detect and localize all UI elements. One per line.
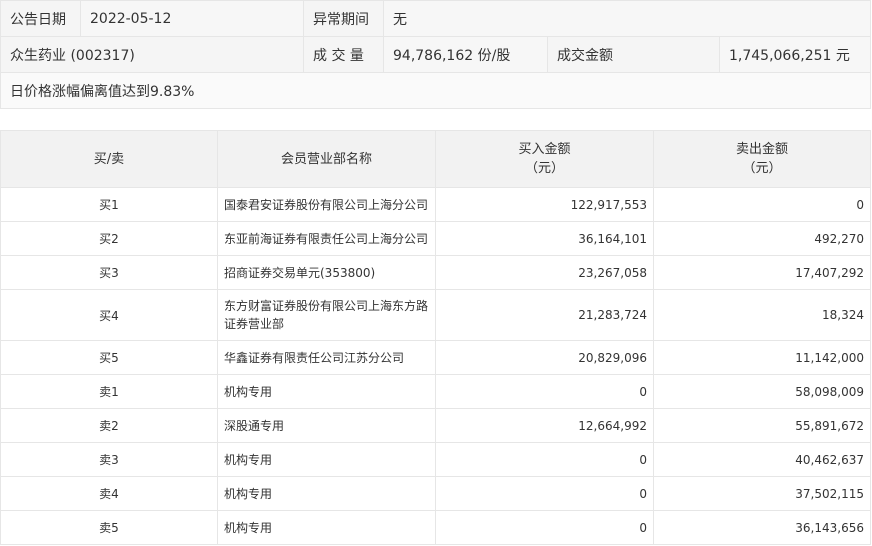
row-buy-amount: 0 xyxy=(435,510,654,545)
header-sell: 卖出金额 （元） xyxy=(653,130,871,188)
row-side: 买1 xyxy=(0,187,218,222)
row-branch-name: 华鑫证券有限责任公司江苏分公司 xyxy=(217,340,436,375)
row-side: 卖3 xyxy=(0,442,218,477)
table-row: 卖3 机构专用 0 40,462,637 xyxy=(0,442,871,477)
row-branch-name: 招商证券交易单元(353800) xyxy=(217,255,436,290)
row-sell-amount: 36,143,656 xyxy=(653,510,871,545)
row-branch-name: 机构专用 xyxy=(217,510,436,545)
row-side: 买2 xyxy=(0,221,218,256)
table-row: 买5 华鑫证券有限责任公司江苏分公司 20,829,096 11,142,000 xyxy=(0,340,871,375)
header-name: 会员营业部名称 xyxy=(217,130,436,188)
announcement-info-table: 公告日期 2022-05-12 异常期间 无 众生药业 (002317) 成 交… xyxy=(0,0,871,109)
row-side: 买4 xyxy=(0,289,218,341)
row-sell-amount: 11,142,000 xyxy=(653,340,871,375)
row-buy-amount: 0 xyxy=(435,374,654,409)
row-branch-name: 东亚前海证券有限责任公司上海分公司 xyxy=(217,221,436,256)
row-sell-amount: 17,407,292 xyxy=(653,255,871,290)
row-sell-amount: 40,462,637 xyxy=(653,442,871,477)
table-row: 卖5 机构专用 0 36,143,656 xyxy=(0,510,871,545)
table-row: 买4 东方财富证券股份有限公司上海东方路证券营业部 21,283,724 18,… xyxy=(0,289,871,341)
row-buy-amount: 122,917,553 xyxy=(435,187,654,222)
table-row: 买2 东亚前海证券有限责任公司上海分公司 36,164,101 492,270 xyxy=(0,221,871,256)
row-sell-amount: 492,270 xyxy=(653,221,871,256)
row-buy-amount: 23,267,058 xyxy=(435,255,654,290)
header-side: 买/卖 xyxy=(0,130,218,188)
table-row: 卖1 机构专用 0 58,098,009 xyxy=(0,374,871,409)
row-side: 卖1 xyxy=(0,374,218,409)
row-side: 买3 xyxy=(0,255,218,290)
row-sell-amount: 0 xyxy=(653,187,871,222)
row-sell-amount: 58,098,009 xyxy=(653,374,871,409)
row-branch-name: 深股通专用 xyxy=(217,408,436,443)
row-branch-name: 机构专用 xyxy=(217,374,436,409)
header-buy: 买入金额 （元） xyxy=(435,130,654,188)
header-buy-unit: （元） xyxy=(524,161,564,176)
row-branch-name: 国泰君安证券股份有限公司上海分公司 xyxy=(217,187,436,222)
row-side: 卖5 xyxy=(0,510,218,545)
table-header-row: 买/卖 会员营业部名称 买入金额 （元） 卖出金额 （元） xyxy=(0,130,871,188)
period-value: 无 xyxy=(383,0,871,37)
row-sell-amount: 37,502,115 xyxy=(653,476,871,511)
date-value: 2022-05-12 xyxy=(80,0,304,37)
row-side: 卖4 xyxy=(0,476,218,511)
row-branch-name: 机构专用 xyxy=(217,442,436,477)
row-buy-amount: 21,283,724 xyxy=(435,289,654,341)
date-label: 公告日期 xyxy=(0,0,81,37)
row-branch-name: 东方财富证券股份有限公司上海东方路证券营业部 xyxy=(217,289,436,341)
row-buy-amount: 0 xyxy=(435,442,654,477)
reason-text: 日价格涨幅偏离值达到9.83% xyxy=(0,72,871,109)
row-buy-amount: 0 xyxy=(435,476,654,511)
table-row: 卖4 机构专用 0 37,502,115 xyxy=(0,476,871,511)
row-buy-amount: 36,164,101 xyxy=(435,221,654,256)
row-buy-amount: 12,664,992 xyxy=(435,408,654,443)
volume-label: 成 交 量 xyxy=(303,36,384,73)
row-sell-amount: 55,891,672 xyxy=(653,408,871,443)
stock-name: 众生药业 (002317) xyxy=(0,36,304,73)
row-side: 买5 xyxy=(0,340,218,375)
row-buy-amount: 20,829,096 xyxy=(435,340,654,375)
volume-value: 94,786,162 份/股 xyxy=(383,36,548,73)
trading-detail-table: 买/卖 会员营业部名称 买入金额 （元） 卖出金额 （元） 买1 国泰君安证券股… xyxy=(0,130,871,545)
amount-label: 成交金额 xyxy=(547,36,720,73)
amount-value: 1,745,066,251 元 xyxy=(719,36,871,73)
row-branch-name: 机构专用 xyxy=(217,476,436,511)
row-side: 卖2 xyxy=(0,408,218,443)
period-label: 异常期间 xyxy=(303,0,384,37)
row-sell-amount: 18,324 xyxy=(653,289,871,341)
header-sell-label: 卖出金额 xyxy=(735,142,788,157)
header-sell-unit: （元） xyxy=(742,161,782,176)
table-row: 卖2 深股通专用 12,664,992 55,891,672 xyxy=(0,408,871,443)
table-row: 买1 国泰君安证券股份有限公司上海分公司 122,917,553 0 xyxy=(0,187,871,222)
header-buy-label: 买入金额 xyxy=(518,142,571,157)
table-row: 买3 招商证券交易单元(353800) 23,267,058 17,407,29… xyxy=(0,255,871,290)
